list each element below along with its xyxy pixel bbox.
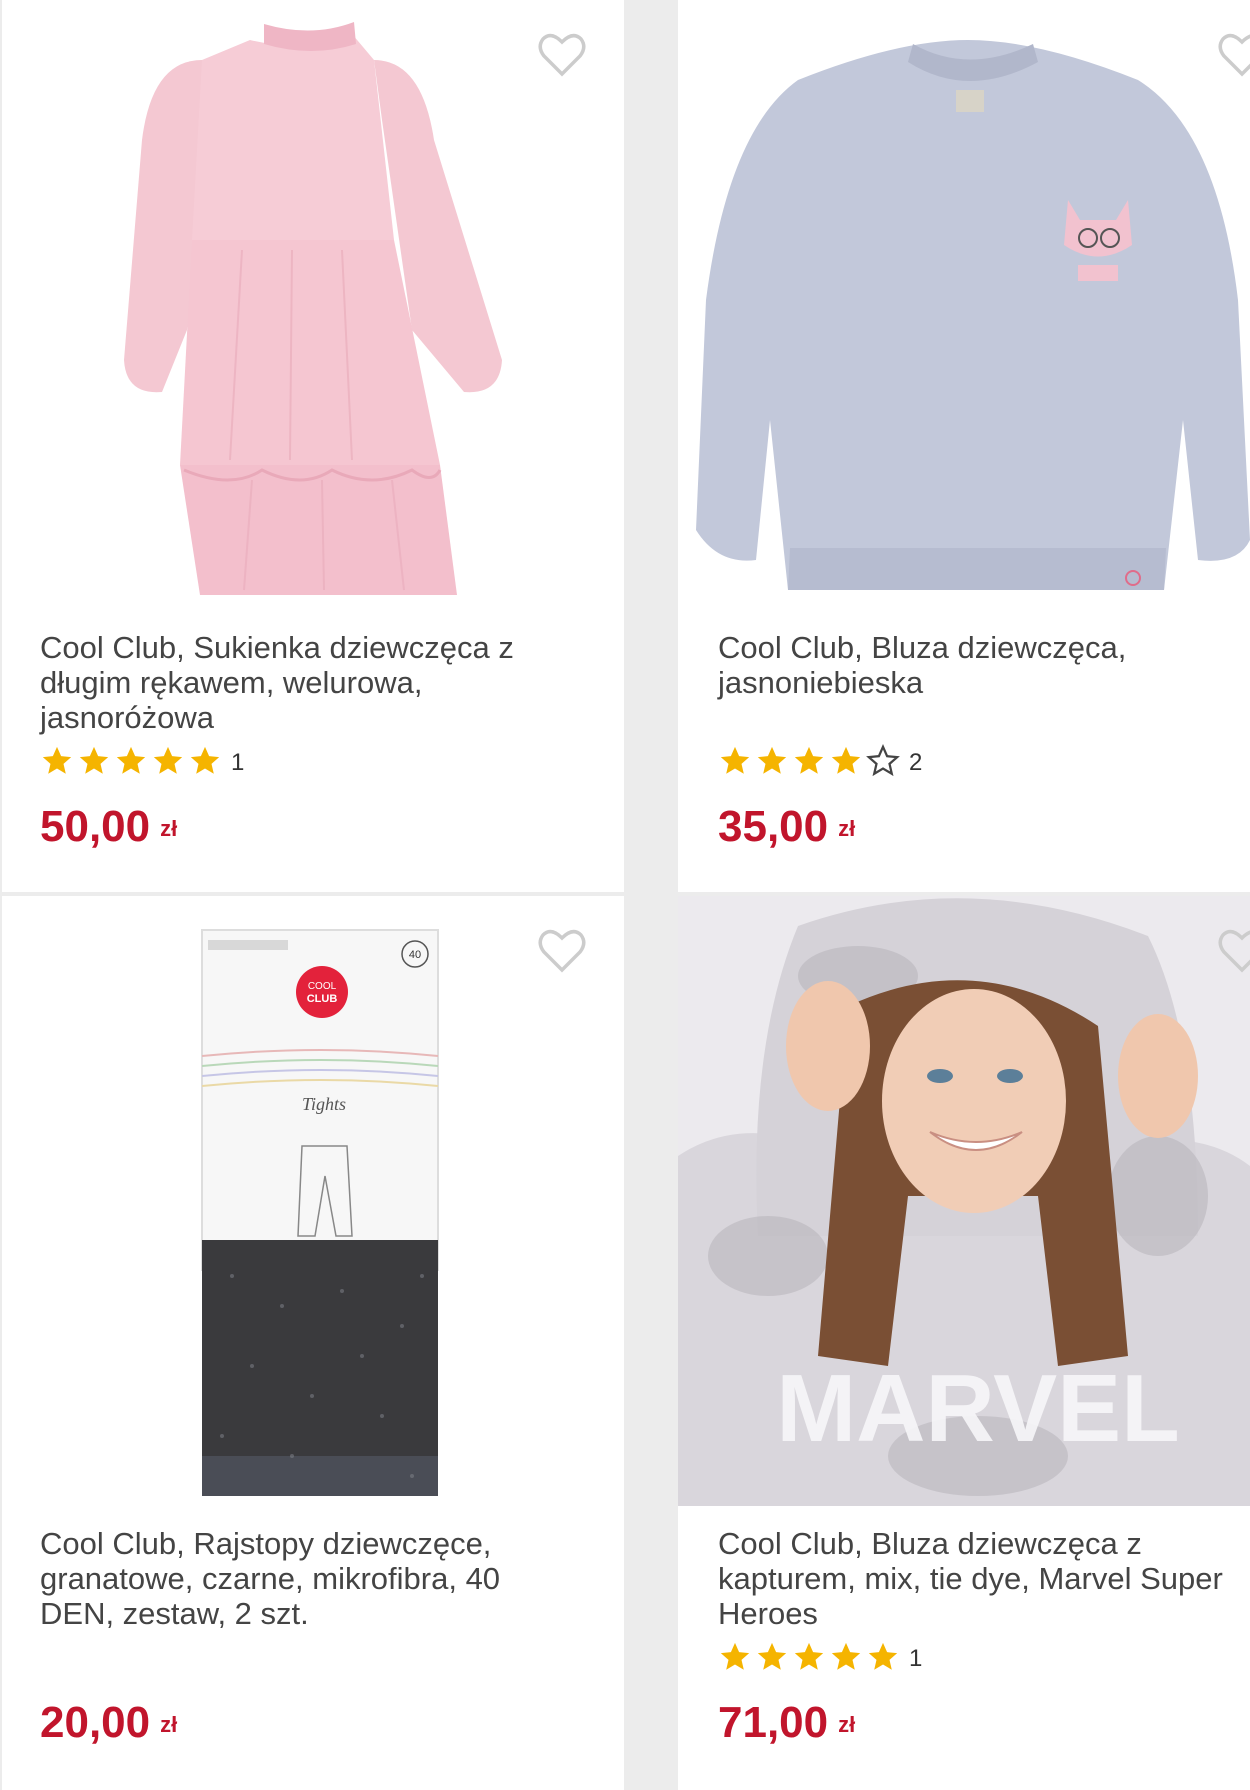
star-filled-icon xyxy=(42,746,72,774)
rating: 1 xyxy=(718,1642,922,1676)
review-count: 1 xyxy=(909,1645,923,1672)
product-price: 71,00 zł xyxy=(718,1698,855,1748)
product-card[interactable]: Cool Club, Sukienka dziewczęca z długim … xyxy=(2,0,624,892)
svg-text:MARVEL: MARVEL xyxy=(776,1355,1180,1462)
star-filled-icon xyxy=(190,746,220,774)
star-filled-icon xyxy=(720,1642,750,1670)
product-image[interactable]: MARVEL xyxy=(678,896,1250,1506)
product-card[interactable]: COOL CLUB 40 Tights Cool Club, Rajstopy … xyxy=(2,896,624,1790)
wishlist-heart-icon[interactable] xyxy=(1216,30,1250,80)
product-image[interactable]: COOL CLUB 40 Tights xyxy=(2,896,624,1506)
star-filled-icon xyxy=(831,1642,861,1670)
price-currency: zł xyxy=(838,1712,856,1738)
price-value: 20,00 xyxy=(40,1698,151,1747)
package-brand-1: COOL xyxy=(308,981,337,992)
rating-stars xyxy=(718,1640,903,1679)
star-filled-icon xyxy=(79,746,109,774)
price-value: 71,00 xyxy=(718,1698,829,1747)
rating-stars xyxy=(718,743,903,783)
pink-dress-image xyxy=(124,22,502,595)
review-count: 2 xyxy=(909,749,923,776)
product-card[interactable]: MARVEL Cool Club, Bluza dziewczęca z kap… xyxy=(678,896,1250,1790)
girl-hoodie-image: MARVEL xyxy=(678,896,1250,1506)
price-value: 50,00 xyxy=(40,802,151,851)
wishlist-heart-icon[interactable] xyxy=(536,926,588,976)
product-title[interactable]: Cool Club, Bluza dziewczęca, jasnoniebie… xyxy=(718,630,1238,700)
price-currency: zł xyxy=(160,816,178,842)
rating: 2 xyxy=(718,743,923,783)
product-title[interactable]: Cool Club, Bluza dziewczęca z kapturem, … xyxy=(718,1526,1238,1631)
product-price: 20,00 zł xyxy=(40,1698,177,1748)
star-filled-icon xyxy=(794,746,824,774)
product-image[interactable] xyxy=(678,0,1250,610)
review-count: 1 xyxy=(231,749,245,776)
product-title[interactable]: Cool Club, Sukienka dziewczęca z długim … xyxy=(40,630,580,735)
product-price: 35,00 zł xyxy=(718,802,855,852)
rating-stars xyxy=(40,744,225,783)
star-filled-icon xyxy=(794,1642,824,1670)
price-value: 35,00 xyxy=(718,802,829,851)
package-script: Tights xyxy=(302,1094,346,1114)
star-filled-icon xyxy=(757,746,787,774)
price-currency: zł xyxy=(160,1712,178,1738)
star-filled-icon xyxy=(153,746,183,774)
product-card[interactable]: Cool Club, Bluza dziewczęca, jasnoniebie… xyxy=(678,0,1250,892)
rating: 1 xyxy=(40,746,244,780)
wishlist-heart-icon[interactable] xyxy=(536,30,588,80)
star-filled-icon xyxy=(116,746,146,774)
product-title[interactable]: Cool Club, Rajstopy dziewczęce, granatow… xyxy=(40,1526,580,1631)
star-filled-icon xyxy=(757,1642,787,1670)
star-filled-icon xyxy=(868,1642,898,1670)
star-filled-icon xyxy=(720,746,750,774)
product-image[interactable] xyxy=(2,0,624,610)
wishlist-heart-icon[interactable] xyxy=(1216,926,1250,976)
star-empty-icon xyxy=(866,743,900,776)
blue-sweatshirt-image xyxy=(696,40,1250,590)
package-den: 40 xyxy=(409,949,421,961)
product-price: 50,00 zł xyxy=(40,802,177,852)
package-brand-2: CLUB xyxy=(307,993,338,1005)
star-filled-icon xyxy=(831,746,861,774)
tights-package-image: COOL CLUB 40 Tights xyxy=(201,929,439,1496)
price-currency: zł xyxy=(838,816,856,842)
